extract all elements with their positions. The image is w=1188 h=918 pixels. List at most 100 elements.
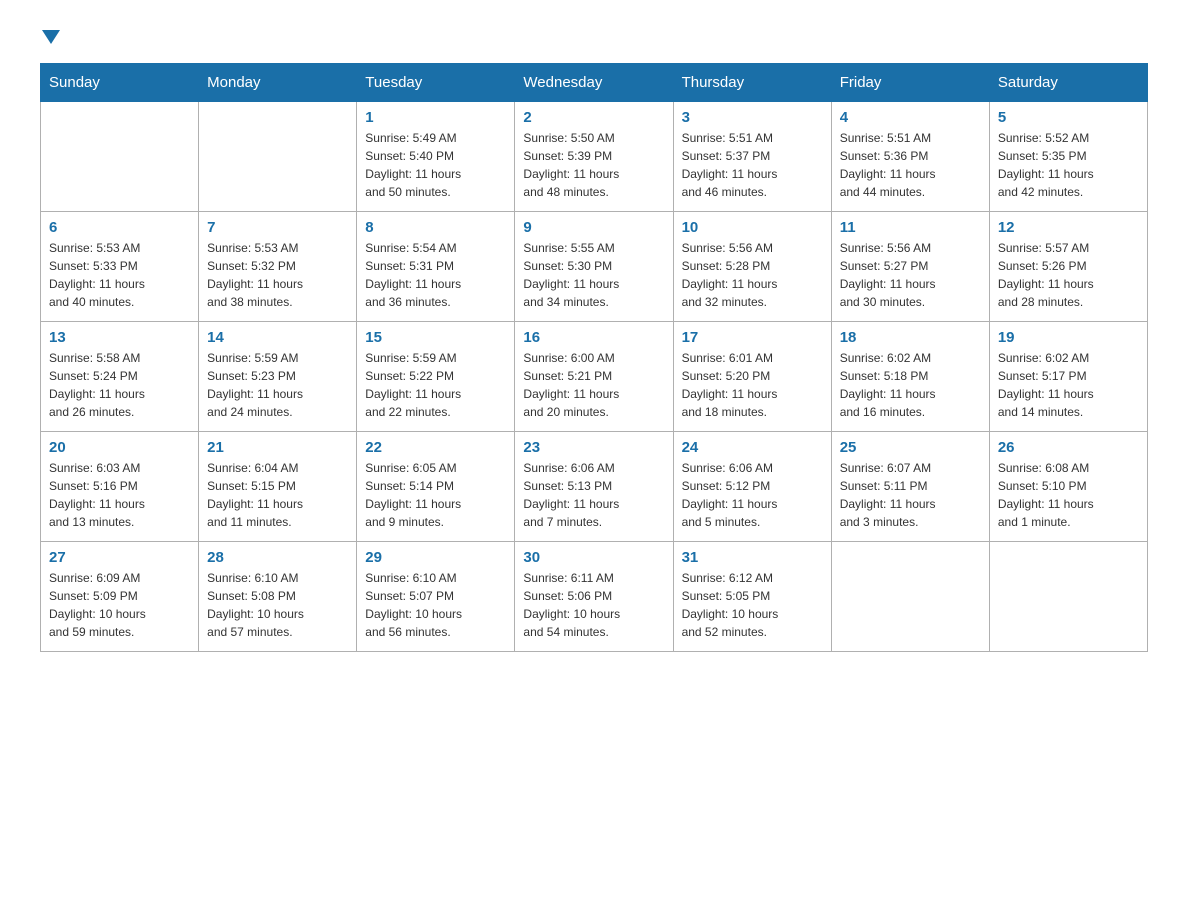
calendar-cell: 11 Sunrise: 5:56 AMSunset: 5:27 PMDayligh… — [831, 212, 989, 322]
calendar-cell: 24 Sunrise: 6:06 AMSunset: 5:12 PMDayligh… — [673, 432, 831, 542]
day-info: Sunrise: 6:03 AMSunset: 5:16 PMDaylight:… — [49, 459, 190, 531]
day-info: Sunrise: 6:00 AMSunset: 5:21 PMDaylight:… — [523, 349, 664, 421]
day-number: 13 — [49, 329, 190, 346]
weekday-header-saturday: Saturday — [989, 64, 1147, 102]
day-info: Sunrise: 6:05 AMSunset: 5:14 PMDaylight:… — [365, 459, 506, 531]
day-number: 7 — [207, 219, 348, 236]
day-number: 26 — [998, 439, 1139, 456]
day-number: 5 — [998, 109, 1139, 126]
day-number: 25 — [840, 439, 981, 456]
day-number: 21 — [207, 439, 348, 456]
day-info: Sunrise: 6:11 AMSunset: 5:06 PMDaylight:… — [523, 569, 664, 641]
day-number: 3 — [682, 109, 823, 126]
day-number: 30 — [523, 549, 664, 566]
weekday-header-row: SundayMondayTuesdayWednesdayThursdayFrid… — [41, 64, 1148, 102]
calendar-cell — [199, 102, 357, 212]
calendar-cell: 28Sunrise: 6:10 AMSunset: 5:08 PMDayligh… — [199, 542, 357, 652]
day-number: 14 — [207, 329, 348, 346]
week-row-2: 6Sunrise: 5:53 AMSunset: 5:33 PMDaylight… — [41, 212, 1148, 322]
calendar-cell: 12 Sunrise: 5:57 AMSunset: 5:26 PMDayligh… — [989, 212, 1147, 322]
day-number: 22 — [365, 439, 506, 456]
calendar-cell: 25 Sunrise: 6:07 AMSunset: 5:11 PMDayligh… — [831, 432, 989, 542]
day-info: Sunrise: 5:59 AMSunset: 5:23 PMDaylight:… — [207, 349, 348, 421]
calendar-cell: 21 Sunrise: 6:04 AMSunset: 5:15 PMDayligh… — [199, 432, 357, 542]
day-info: Sunrise: 6:09 AMSunset: 5:09 PMDaylight:… — [49, 569, 190, 641]
calendar-cell: 31Sunrise: 6:12 AMSunset: 5:05 PMDayligh… — [673, 542, 831, 652]
calendar-cell: 22 Sunrise: 6:05 AMSunset: 5:14 PMDayligh… — [357, 432, 515, 542]
calendar-cell: 20 Sunrise: 6:03 AMSunset: 5:16 PMDayligh… — [41, 432, 199, 542]
calendar-cell: 27 Sunrise: 6:09 AMSunset: 5:09 PMDayligh… — [41, 542, 199, 652]
calendar-cell — [41, 102, 199, 212]
logo-triangle-icon — [42, 30, 60, 44]
calendar-cell: 18 Sunrise: 6:02 AMSunset: 5:18 PMDayligh… — [831, 322, 989, 432]
day-number: 4 — [840, 109, 981, 126]
day-info: Sunrise: 5:50 AMSunset: 5:39 PMDaylight:… — [523, 129, 664, 201]
day-info: Sunrise: 5:53 AMSunset: 5:32 PMDaylight:… — [207, 239, 348, 311]
calendar-cell: 4 Sunrise: 5:51 AMSunset: 5:36 PMDaylight… — [831, 102, 989, 212]
day-number: 24 — [682, 439, 823, 456]
calendar-table: SundayMondayTuesdayWednesdayThursdayFrid… — [40, 63, 1148, 652]
day-number: 2 — [523, 109, 664, 126]
day-number: 12 — [998, 219, 1139, 236]
day-number: 16 — [523, 329, 664, 346]
logo — [40, 30, 60, 47]
calendar-cell: 7 Sunrise: 5:53 AMSunset: 5:32 PMDaylight… — [199, 212, 357, 322]
day-info: Sunrise: 6:06 AMSunset: 5:13 PMDaylight:… — [523, 459, 664, 531]
day-number: 8 — [365, 219, 506, 236]
day-info: Sunrise: 6:02 AMSunset: 5:17 PMDaylight:… — [998, 349, 1139, 421]
day-number: 29 — [365, 549, 506, 566]
day-number: 31 — [682, 549, 823, 566]
day-info: Sunrise: 6:10 AMSunset: 5:07 PMDaylight:… — [365, 569, 506, 641]
page-header — [40, 30, 1148, 47]
day-info: Sunrise: 6:06 AMSunset: 5:12 PMDaylight:… — [682, 459, 823, 531]
calendar-cell: 14 Sunrise: 5:59 AMSunset: 5:23 PMDayligh… — [199, 322, 357, 432]
day-number: 10 — [682, 219, 823, 236]
calendar-cell — [831, 542, 989, 652]
weekday-header-thursday: Thursday — [673, 64, 831, 102]
day-info: Sunrise: 5:57 AMSunset: 5:26 PMDaylight:… — [998, 239, 1139, 311]
day-info: Sunrise: 5:56 AMSunset: 5:28 PMDaylight:… — [682, 239, 823, 311]
day-number: 17 — [682, 329, 823, 346]
week-row-5: 27 Sunrise: 6:09 AMSunset: 5:09 PMDayligh… — [41, 542, 1148, 652]
day-number: 18 — [840, 329, 981, 346]
weekday-header-sunday: Sunday — [41, 64, 199, 102]
day-info: Sunrise: 5:55 AMSunset: 5:30 PMDaylight:… — [523, 239, 664, 311]
calendar-cell: 10 Sunrise: 5:56 AMSunset: 5:28 PMDayligh… — [673, 212, 831, 322]
week-row-4: 20 Sunrise: 6:03 AMSunset: 5:16 PMDayligh… — [41, 432, 1148, 542]
calendar-cell: 13 Sunrise: 5:58 AMSunset: 5:24 PMDayligh… — [41, 322, 199, 432]
calendar-cell: 23Sunrise: 6:06 AMSunset: 5:13 PMDayligh… — [515, 432, 673, 542]
day-info: Sunrise: 5:53 AMSunset: 5:33 PMDaylight:… — [49, 239, 190, 311]
day-info: Sunrise: 5:58 AMSunset: 5:24 PMDaylight:… — [49, 349, 190, 421]
day-info: Sunrise: 6:02 AMSunset: 5:18 PMDaylight:… — [840, 349, 981, 421]
day-info: Sunrise: 5:51 AMSunset: 5:36 PMDaylight:… — [840, 129, 981, 201]
day-info: Sunrise: 5:49 AMSunset: 5:40 PMDaylight:… — [365, 129, 506, 201]
day-number: 19 — [998, 329, 1139, 346]
calendar-cell: 1 Sunrise: 5:49 AMSunset: 5:40 PMDaylight… — [357, 102, 515, 212]
day-info: Sunrise: 5:59 AMSunset: 5:22 PMDaylight:… — [365, 349, 506, 421]
day-number: 11 — [840, 219, 981, 236]
weekday-header-friday: Friday — [831, 64, 989, 102]
day-info: Sunrise: 5:54 AMSunset: 5:31 PMDaylight:… — [365, 239, 506, 311]
day-number: 20 — [49, 439, 190, 456]
calendar-cell — [989, 542, 1147, 652]
day-number: 1 — [365, 109, 506, 126]
calendar-cell: 3 Sunrise: 5:51 AMSunset: 5:37 PMDaylight… — [673, 102, 831, 212]
day-info: Sunrise: 5:56 AMSunset: 5:27 PMDaylight:… — [840, 239, 981, 311]
week-row-1: 1 Sunrise: 5:49 AMSunset: 5:40 PMDaylight… — [41, 102, 1148, 212]
calendar-cell: 9Sunrise: 5:55 AMSunset: 5:30 PMDaylight… — [515, 212, 673, 322]
weekday-header-monday: Monday — [199, 64, 357, 102]
day-number: 28 — [207, 549, 348, 566]
day-info: Sunrise: 6:04 AMSunset: 5:15 PMDaylight:… — [207, 459, 348, 531]
calendar-cell: 29 Sunrise: 6:10 AMSunset: 5:07 PMDayligh… — [357, 542, 515, 652]
day-number: 27 — [49, 549, 190, 566]
calendar-cell: 16 Sunrise: 6:00 AMSunset: 5:21 PMDayligh… — [515, 322, 673, 432]
day-info: Sunrise: 6:07 AMSunset: 5:11 PMDaylight:… — [840, 459, 981, 531]
day-number: 15 — [365, 329, 506, 346]
day-info: Sunrise: 5:51 AMSunset: 5:37 PMDaylight:… — [682, 129, 823, 201]
weekday-header-tuesday: Tuesday — [357, 64, 515, 102]
day-info: Sunrise: 5:52 AMSunset: 5:35 PMDaylight:… — [998, 129, 1139, 201]
day-info: Sunrise: 6:01 AMSunset: 5:20 PMDaylight:… — [682, 349, 823, 421]
calendar-cell: 8 Sunrise: 5:54 AMSunset: 5:31 PMDaylight… — [357, 212, 515, 322]
calendar-cell: 19 Sunrise: 6:02 AMSunset: 5:17 PMDayligh… — [989, 322, 1147, 432]
calendar-cell: 5 Sunrise: 5:52 AMSunset: 5:35 PMDaylight… — [989, 102, 1147, 212]
